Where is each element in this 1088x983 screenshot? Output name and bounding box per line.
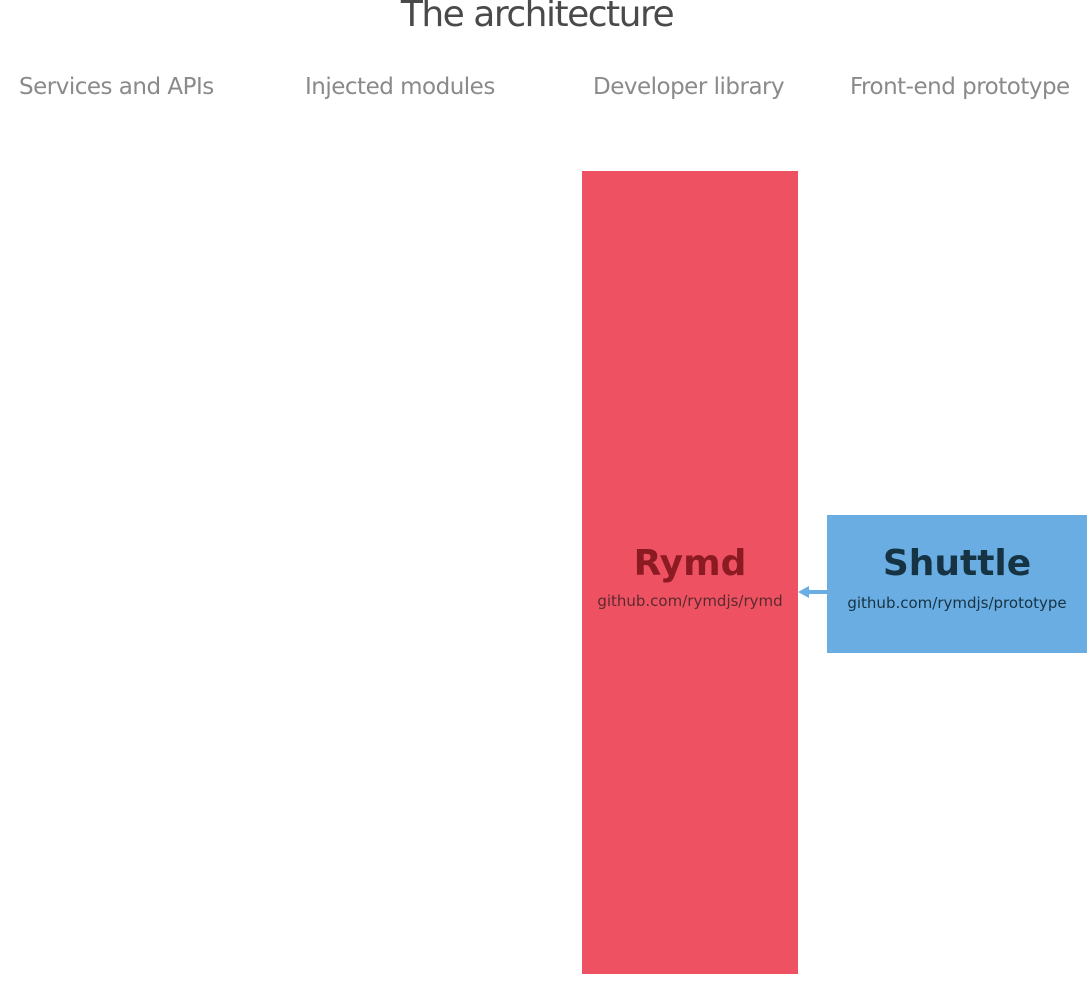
arrow-head (798, 586, 809, 598)
rymd-node-name: Rymd (633, 543, 747, 584)
column-header-front-end-prototype: Front-end prototype (850, 74, 1070, 100)
column-header-services: Services and APIs (19, 74, 214, 100)
shuttle-node-url: github.com/rymdjs/prototype (847, 594, 1067, 612)
shuttle-to-rymd-arrow (798, 586, 827, 598)
diagram-title: The architecture (400, 0, 675, 35)
column-header-developer-library: Developer library (593, 74, 785, 100)
shuttle-node-name: Shuttle (882, 543, 1032, 584)
column-header-injected-modules: Injected modules (305, 74, 495, 100)
rymd-node-url: github.com/rymdjs/rymd (597, 592, 783, 610)
